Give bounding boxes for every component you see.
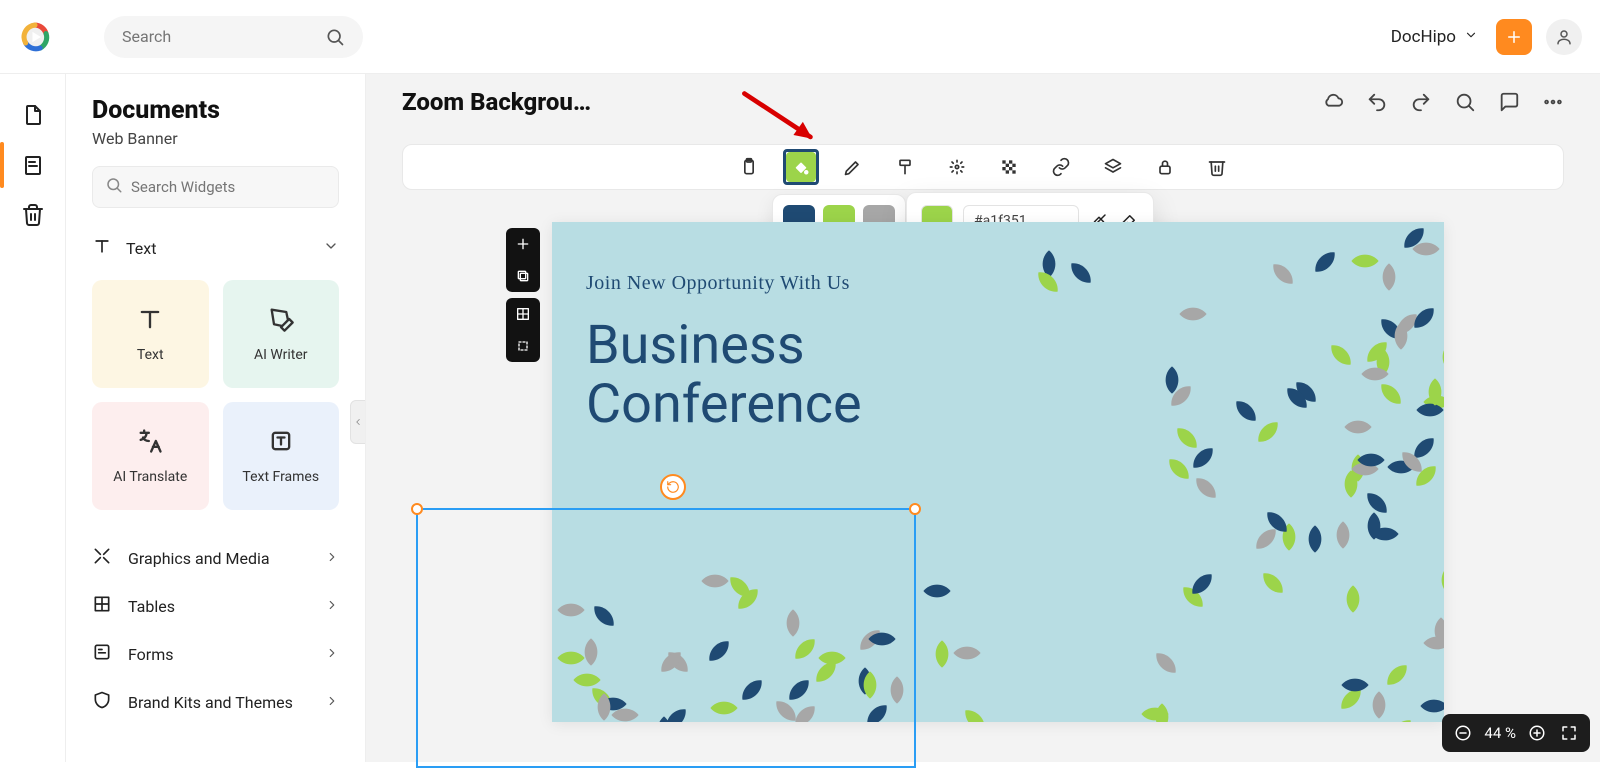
canvas-area: Zoom Backgrou… #a1f3 xyxy=(366,74,1600,762)
delete-button[interactable] xyxy=(1202,152,1232,182)
rail-trash[interactable] xyxy=(10,192,56,238)
search-icon xyxy=(325,27,345,47)
canvas-mini-toolbar xyxy=(506,228,540,362)
design-canvas[interactable]: Join New Opportunity With Us BusinessCon… xyxy=(552,222,1444,722)
search-icon xyxy=(105,176,123,198)
widget-text-frames[interactable]: Text Frames xyxy=(223,402,340,510)
chevron-right-icon xyxy=(325,549,339,568)
chevron-right-icon xyxy=(325,645,339,664)
canvas-headline-small: Join New Opportunity With Us xyxy=(586,272,850,295)
fullscreen-button[interactable] xyxy=(1558,722,1580,744)
widget-label: Text Frames xyxy=(242,469,319,485)
app-logo[interactable] xyxy=(18,20,52,54)
accordion-label: Text xyxy=(126,239,156,258)
widget-search-input[interactable] xyxy=(131,178,330,196)
section-label: Tables xyxy=(128,597,175,616)
canvas-header: Zoom Backgrou… xyxy=(366,74,1600,130)
clipboard-button[interactable] xyxy=(734,152,764,182)
workspace-dropdown[interactable]: DocHipo xyxy=(1391,27,1478,47)
zoom-in-button[interactable] xyxy=(1526,722,1548,744)
rail-editor[interactable] xyxy=(10,142,56,188)
lock-button[interactable] xyxy=(1150,152,1180,182)
text-icon xyxy=(92,236,112,260)
nav-rail xyxy=(0,74,66,762)
redo-button[interactable] xyxy=(1410,91,1432,113)
canvas-headline-large: BusinessConference xyxy=(586,316,862,435)
tools-icon xyxy=(92,546,112,570)
layers-button[interactable] xyxy=(1098,152,1128,182)
side-panel: Documents Web Banner Text Text AI Writer… xyxy=(66,74,366,762)
zoom-search-button[interactable] xyxy=(1454,91,1476,113)
layout-grid-button[interactable] xyxy=(506,298,540,330)
select-all-button[interactable] xyxy=(506,330,540,362)
document-title[interactable]: Zoom Backgrou… xyxy=(402,88,591,116)
duplicate-page-button[interactable] xyxy=(506,260,540,292)
forms-icon xyxy=(92,642,112,666)
transparency-button[interactable] xyxy=(994,152,1024,182)
undo-button[interactable] xyxy=(1366,91,1388,113)
text-t-icon xyxy=(136,305,164,337)
comments-button[interactable] xyxy=(1498,91,1520,113)
panel-collapse-handle[interactable] xyxy=(350,400,366,444)
brush-button[interactable] xyxy=(890,152,920,182)
decorative-pattern xyxy=(552,222,1444,722)
section-label: Forms xyxy=(128,645,174,664)
cloud-sync-icon[interactable] xyxy=(1322,91,1344,113)
rotate-handle[interactable] xyxy=(660,474,686,500)
frame-icon xyxy=(267,427,295,459)
shield-icon xyxy=(92,690,112,714)
section-brand[interactable]: Brand Kits and Themes xyxy=(66,678,365,726)
widget-ai-writer[interactable]: AI Writer xyxy=(223,280,340,388)
widget-label: AI Writer xyxy=(254,347,308,363)
add-page-button[interactable] xyxy=(506,228,540,260)
zoom-out-button[interactable] xyxy=(1452,722,1474,744)
new-document-button[interactable] xyxy=(1496,19,1532,55)
widget-grid: Text AI Writer AI Translate Text Frames xyxy=(66,270,365,528)
topbar: DocHipo xyxy=(0,0,1600,74)
context-toolbar xyxy=(402,144,1564,190)
zoom-controls: 44 % xyxy=(1442,714,1590,752)
panel-subtitle: Web Banner xyxy=(66,125,365,166)
global-search-input[interactable] xyxy=(122,27,325,46)
zoom-value[interactable]: 44 % xyxy=(1484,724,1516,742)
panel-title: Documents xyxy=(66,96,365,125)
section-label: Brand Kits and Themes xyxy=(128,693,293,712)
stroke-edit-button[interactable] xyxy=(838,152,868,182)
widget-text[interactable]: Text xyxy=(92,280,209,388)
widget-label: Text xyxy=(137,347,164,363)
link-button[interactable] xyxy=(1046,152,1076,182)
workspace-label: DocHipo xyxy=(1391,27,1456,47)
chevron-right-icon xyxy=(325,693,339,712)
global-search[interactable] xyxy=(104,16,363,58)
widget-ai-translate[interactable]: AI Translate xyxy=(92,402,209,510)
accordion-text[interactable]: Text xyxy=(66,226,365,270)
widget-label: AI Translate xyxy=(113,469,187,485)
chevron-down-icon xyxy=(323,238,339,258)
more-menu-button[interactable] xyxy=(1542,91,1564,113)
account-button[interactable] xyxy=(1546,19,1582,55)
widget-search[interactable] xyxy=(92,166,339,208)
translate-icon xyxy=(136,427,164,459)
pen-icon xyxy=(267,305,295,337)
section-tables[interactable]: Tables xyxy=(66,582,365,630)
section-label: Graphics and Media xyxy=(128,549,270,568)
fill-color-button[interactable] xyxy=(786,152,816,182)
rail-documents[interactable] xyxy=(10,92,56,138)
section-forms[interactable]: Forms xyxy=(66,630,365,678)
section-graphics[interactable]: Graphics and Media xyxy=(66,534,365,582)
chevron-right-icon xyxy=(325,597,339,616)
chevron-down-icon xyxy=(1464,27,1478,47)
effects-button[interactable] xyxy=(942,152,972,182)
grid-icon xyxy=(92,594,112,618)
handle-top-left[interactable] xyxy=(411,503,423,515)
